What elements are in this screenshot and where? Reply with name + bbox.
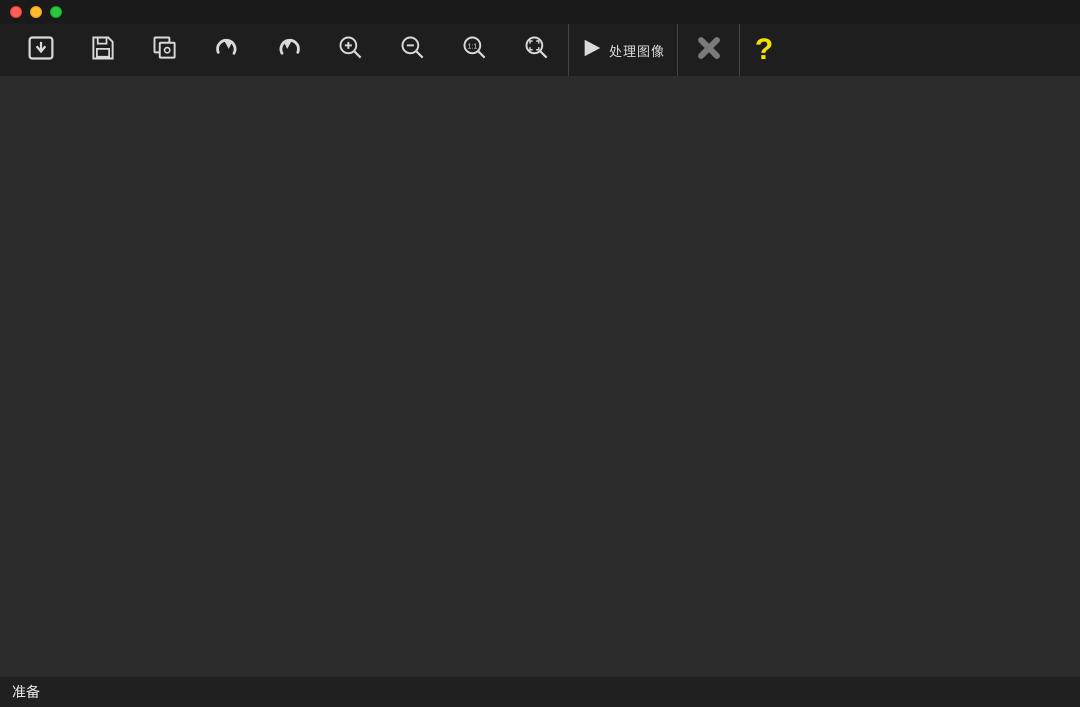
zoom-in-button[interactable] (320, 24, 382, 76)
zoom-fit-icon (523, 34, 551, 67)
help-button[interactable]: ? (740, 24, 788, 76)
window-close-icon[interactable] (10, 6, 22, 18)
svg-text:1:1: 1:1 (468, 43, 478, 50)
open-button[interactable] (10, 24, 72, 76)
status-text: 准备 (12, 682, 40, 702)
process-image-button[interactable]: 处理图像 (568, 24, 678, 76)
main-toolbar: 1:1 处理图像 (0, 24, 1080, 76)
cancel-button[interactable] (678, 24, 740, 76)
close-x-icon (695, 34, 723, 67)
zoom-out-icon (399, 34, 427, 67)
floppy-disk-icon (89, 34, 117, 67)
process-image-label: 处理图像 (609, 41, 665, 60)
window-maximize-icon[interactable] (50, 6, 62, 18)
zoom-actual-button[interactable]: 1:1 (444, 24, 506, 76)
undo-button[interactable] (196, 24, 258, 76)
copy-preview-icon (151, 34, 179, 67)
play-icon (581, 37, 603, 64)
zoom-fit-button[interactable] (506, 24, 568, 76)
status-bar: 准备 (0, 677, 1080, 707)
redo-icon (275, 34, 303, 67)
save-button[interactable] (72, 24, 134, 76)
open-download-icon (27, 34, 55, 67)
save-as-button[interactable] (134, 24, 196, 76)
zoom-in-icon (337, 34, 365, 67)
window-minimize-icon[interactable] (30, 6, 42, 18)
redo-button[interactable] (258, 24, 320, 76)
image-canvas[interactable] (0, 76, 1080, 677)
help-icon: ? (755, 33, 773, 67)
zoom-actual-icon: 1:1 (461, 34, 489, 67)
window-titlebar (0, 0, 1080, 24)
undo-icon (213, 34, 241, 67)
zoom-out-button[interactable] (382, 24, 444, 76)
